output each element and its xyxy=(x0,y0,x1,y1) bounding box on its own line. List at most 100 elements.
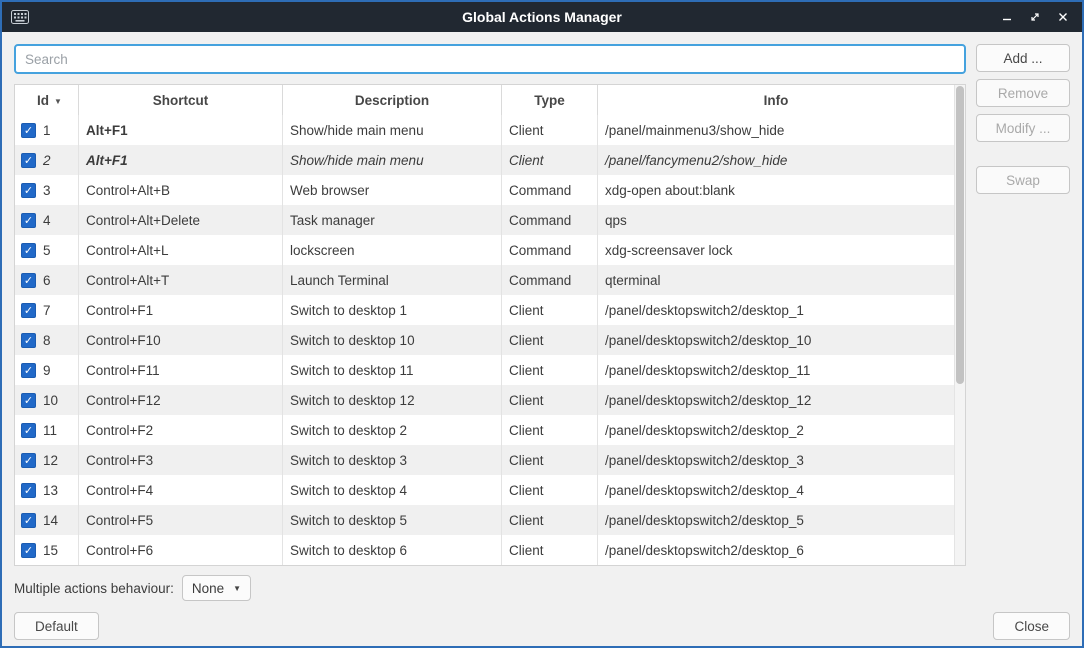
cell-id: ✓ 12 xyxy=(15,445,79,475)
row-id: 12 xyxy=(43,453,58,468)
row-id: 3 xyxy=(43,183,51,198)
cell-type: Client xyxy=(502,355,598,385)
row-enabled-checkbox[interactable]: ✓ xyxy=(21,303,36,318)
cell-info: /panel/desktopswitch2/desktop_4 xyxy=(598,475,954,505)
cell-type: Command xyxy=(502,235,598,265)
cell-id: ✓4 xyxy=(15,205,79,235)
table-row[interactable]: ✓12Control+F3Switch to desktop 3Client/p… xyxy=(15,445,954,475)
cell-description: Switch to desktop 6 xyxy=(283,535,502,565)
row-enabled-checkbox[interactable]: ✓ xyxy=(21,393,36,408)
vertical-scrollbar[interactable] xyxy=(954,85,965,565)
cell-id: ✓10 xyxy=(15,385,79,415)
cell-description: Switch to desktop 1 xyxy=(283,295,502,325)
row-enabled-checkbox[interactable]: ✓ xyxy=(21,123,36,138)
cell-description: Switch to desktop 3 xyxy=(283,445,502,475)
row-enabled-checkbox[interactable]: ✓ xyxy=(21,513,36,528)
table-row[interactable]: ✓8Control+F10Switch to desktop 10Client/… xyxy=(15,325,954,355)
cell-id: ✓13 xyxy=(15,475,79,505)
cell-shortcut: Control+Alt+L xyxy=(79,235,283,265)
cell-info: xdg-open about:blank xyxy=(598,175,954,205)
column-header-type[interactable]: Type xyxy=(502,85,598,115)
row-id: 9 xyxy=(43,363,51,378)
row-enabled-checkbox[interactable]: ✓ xyxy=(21,333,36,348)
cell-shortcut: Control+Alt+B xyxy=(79,175,283,205)
sort-desc-icon: ▼ xyxy=(54,97,62,106)
row-enabled-checkbox[interactable]: ✓ xyxy=(21,543,36,558)
default-button[interactable]: Default xyxy=(14,612,99,640)
row-enabled-checkbox[interactable]: ✓ xyxy=(21,273,36,288)
shortcuts-table: Id ▼ Shortcut Description Type Info ✓1Al… xyxy=(14,84,966,566)
cell-shortcut: Control+Alt+Delete xyxy=(79,205,283,235)
table-row[interactable]: ✓10Control+F12Switch to desktop 12Client… xyxy=(15,385,954,415)
cell-description: Switch to desktop 4 xyxy=(283,475,502,505)
column-header-description[interactable]: Description xyxy=(283,85,502,115)
row-id: 14 xyxy=(43,513,58,528)
cell-shortcut: Control+F10 xyxy=(79,325,283,355)
search-input[interactable] xyxy=(14,44,966,74)
content-area: Id ▼ Shortcut Description Type Info ✓1Al… xyxy=(2,32,1082,648)
table-row[interactable]: ✓6Control+Alt+TLaunch TerminalCommandqte… xyxy=(15,265,954,295)
row-enabled-checkbox[interactable]: ✓ xyxy=(21,183,36,198)
cell-type: Command xyxy=(502,205,598,235)
cell-description: Switch to desktop 5 xyxy=(283,505,502,535)
cell-type: Client xyxy=(502,325,598,355)
add-button[interactable]: Add ... xyxy=(976,44,1070,72)
cell-info: /panel/mainmenu3/show_hide xyxy=(598,115,954,145)
table-row[interactable]: ✓4Control+Alt+DeleteTask managerCommandq… xyxy=(15,205,954,235)
table-row[interactable]: ✓ 3 Control+Alt+BWeb browserCommandxdg-ope… xyxy=(15,175,954,205)
scrollbar-handle[interactable] xyxy=(956,86,964,384)
cell-description: Launch Terminal xyxy=(283,265,502,295)
row-id: 5 xyxy=(43,243,51,258)
row-enabled-checkbox[interactable]: ✓ xyxy=(21,363,36,378)
cell-type: Command xyxy=(502,175,598,205)
titlebar: Global Actions Manager xyxy=(2,2,1082,32)
table-row[interactable]: ✓11Control+F2Switch to desktop 2Client/p… xyxy=(15,415,954,445)
cell-description: Web browser xyxy=(283,175,502,205)
minimize-button[interactable] xyxy=(996,6,1018,28)
close-dialog-button[interactable]: Close xyxy=(993,612,1070,640)
table-row[interactable]: ✓15Control+F6Switch to desktop 6Client/p… xyxy=(15,535,954,565)
restore-button[interactable] xyxy=(1024,6,1046,28)
table-row[interactable]: ✓1Alt+F1Show/hide main menuClient/panel/… xyxy=(15,115,954,145)
modify-button: Modify ... xyxy=(976,114,1070,142)
row-enabled-checkbox[interactable]: ✓ xyxy=(21,153,36,168)
cell-info: /panel/desktopswitch2/desktop_11 xyxy=(598,355,954,385)
close-button[interactable] xyxy=(1052,6,1074,28)
column-header-info[interactable]: Info xyxy=(598,85,954,115)
cell-shortcut: Control+F4 xyxy=(79,475,283,505)
cell-info: /panel/desktopswitch2/desktop_3 xyxy=(598,445,954,475)
cell-type: Client xyxy=(502,295,598,325)
cell-id: ✓9 xyxy=(15,355,79,385)
row-id: 11 xyxy=(43,423,57,438)
row-id: 1 xyxy=(43,123,51,138)
cell-type: Client xyxy=(502,505,598,535)
table-row[interactable]: ✓13Control+F4Switch to desktop 4Client/p… xyxy=(15,475,954,505)
table-row[interactable]: ✓2Alt+F1Show/hide main menuClient/panel/… xyxy=(15,145,954,175)
row-enabled-checkbox[interactable]: ✓ xyxy=(21,423,36,438)
cell-shortcut: Control+F6 xyxy=(79,535,283,565)
cell-id: ✓ 11 xyxy=(15,415,79,445)
column-header-shortcut[interactable]: Shortcut xyxy=(79,85,283,115)
cell-description: Switch to desktop 11 xyxy=(283,355,502,385)
multiple-actions-dropdown[interactable]: None ▼ xyxy=(182,575,251,601)
row-id: 6 xyxy=(43,273,51,288)
table-row[interactable]: ✓9Control+F11Switch to desktop 11Client/… xyxy=(15,355,954,385)
multiple-actions-label: Multiple actions behaviour: xyxy=(14,581,174,596)
cell-description: Switch to desktop 12 xyxy=(283,385,502,415)
cell-info: qterminal xyxy=(598,265,954,295)
cell-id: ✓1 xyxy=(15,115,79,145)
table-row[interactable]: ✓14Control+F5Switch to desktop 5Client/p… xyxy=(15,505,954,535)
row-enabled-checkbox[interactable]: ✓ xyxy=(21,483,36,498)
column-header-id[interactable]: Id ▼ xyxy=(15,85,79,115)
table-row[interactable]: ✓7Control+F1Switch to desktop 1Client/pa… xyxy=(15,295,954,325)
table-row[interactable]: ✓5Control+Alt+LlockscreenCommandxdg-scre… xyxy=(15,235,954,265)
cell-id: ✓2 xyxy=(15,145,79,175)
cell-description: Task manager xyxy=(283,205,502,235)
row-enabled-checkbox[interactable]: ✓ xyxy=(21,213,36,228)
keyboard-app-icon xyxy=(11,10,29,24)
cell-shortcut: Control+F11 xyxy=(79,355,283,385)
row-enabled-checkbox[interactable]: ✓ xyxy=(21,453,36,468)
row-enabled-checkbox[interactable]: ✓ xyxy=(21,243,36,258)
swap-button: Swap xyxy=(976,166,1070,194)
cell-shortcut: Control+F2 xyxy=(79,415,283,445)
